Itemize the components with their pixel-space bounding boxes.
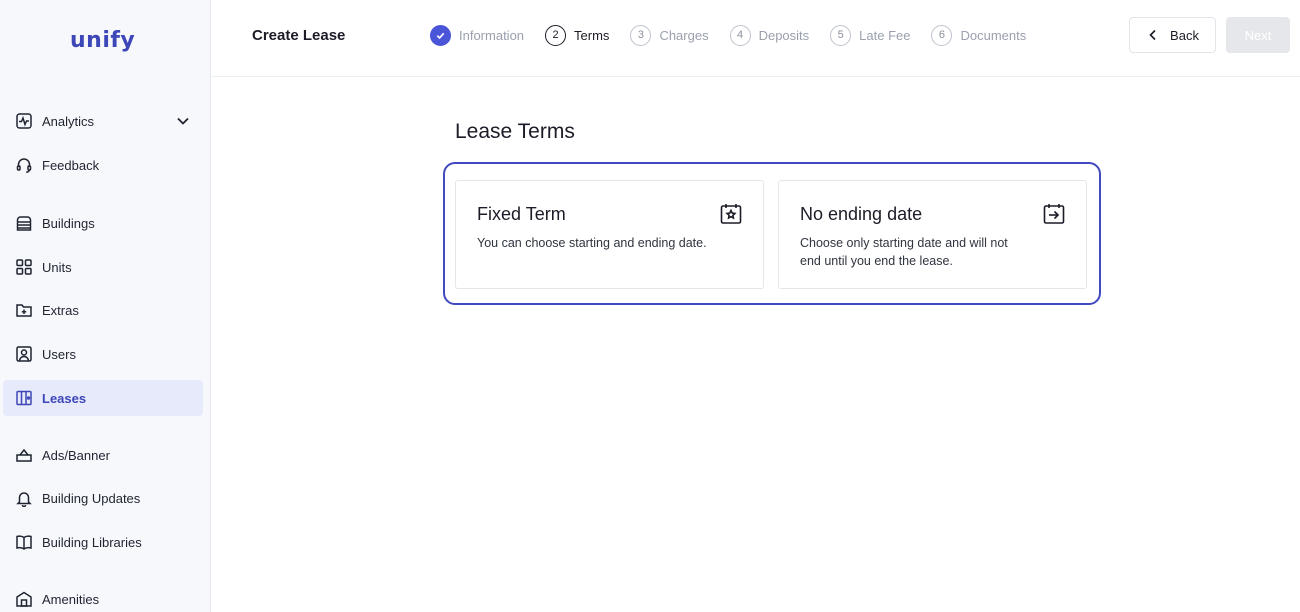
option-description: You can choose starting and ending date. xyxy=(477,236,707,250)
step-late-fee[interactable]: 5 Late Fee xyxy=(830,24,911,46)
sidebar-item-label: Units xyxy=(42,259,72,275)
page-title: Create Lease xyxy=(252,27,346,44)
step-number: 6 xyxy=(931,24,953,46)
step-label: Deposits xyxy=(758,27,810,43)
headset-icon xyxy=(15,156,33,174)
step-charges[interactable]: 3 Charges xyxy=(630,24,709,46)
option-title: No ending date xyxy=(800,204,923,224)
sidebar-item-label: Analytics xyxy=(42,113,95,129)
sidebar-item-label: Feedback xyxy=(42,157,100,173)
step-label: Late Fee xyxy=(859,27,911,43)
step-label: Terms xyxy=(574,27,610,43)
folder-plus-icon xyxy=(15,301,33,319)
sidebar-item-label: Users xyxy=(42,346,76,362)
step-label: Charges xyxy=(659,27,709,43)
next-button[interactable]: Next xyxy=(1226,17,1290,53)
option-description: Choose only starting date and will not e… xyxy=(800,236,1008,268)
step-number: 2 xyxy=(545,24,567,46)
unify-logo[interactable]: unify xyxy=(70,28,135,53)
sidebar-item-users[interactable]: Users xyxy=(3,336,203,372)
sidebar-item-analytics[interactable]: Analytics xyxy=(3,103,203,139)
user-square-icon xyxy=(15,345,33,363)
sidebar-item-units[interactable]: Units xyxy=(3,249,203,285)
section-title: Lease Terms xyxy=(455,120,575,143)
grid-icon xyxy=(15,258,33,276)
option-fixed-term[interactable]: Fixed Term You can choose starting and e… xyxy=(455,180,764,289)
back-button[interactable]: Back xyxy=(1129,17,1216,53)
calendar-arrow-icon xyxy=(1042,202,1066,226)
step-terms[interactable]: 2 Terms xyxy=(545,24,610,46)
calendar-star-icon xyxy=(719,202,743,226)
activity-icon xyxy=(15,112,33,130)
sidebar-item-building-libraries[interactable]: Building Libraries xyxy=(3,524,203,560)
sidebar-item-label: Building Updates xyxy=(42,490,141,506)
sidebar-item-buildings[interactable]: Buildings xyxy=(3,205,203,241)
sidebar-item-label: Amenities xyxy=(42,591,100,607)
building-icon xyxy=(15,214,33,232)
lease-icon xyxy=(15,389,33,407)
sidebar-item-ads-banner[interactable]: Ads/Banner xyxy=(3,437,203,473)
option-no-ending-date[interactable]: No ending date Choose only starting date… xyxy=(778,180,1087,289)
sidebar-item-extras[interactable]: Extras xyxy=(3,292,203,328)
sidebar-item-amenities[interactable]: Amenities xyxy=(3,581,203,612)
sidebar: unify Analytics Feedback Buildings Units… xyxy=(0,0,211,612)
sidebar-item-feedback[interactable]: Feedback xyxy=(3,147,203,183)
stepper: Information 2 Terms 3 Charges 4 Deposits… xyxy=(430,24,1047,46)
sidebar-item-label: Ads/Banner xyxy=(42,447,110,463)
step-information[interactable]: Information xyxy=(430,24,525,46)
step-number: 3 xyxy=(630,24,652,46)
amenities-icon xyxy=(15,590,33,608)
step-number: 5 xyxy=(830,24,852,46)
step-label: Documents xyxy=(960,27,1027,43)
step-number: 4 xyxy=(729,24,751,46)
topbar: Create Lease Information 2 Terms 3 Charg… xyxy=(211,0,1300,77)
sidebar-item-label: Extras xyxy=(42,302,79,318)
chevron-left-icon xyxy=(1146,28,1160,42)
option-title: Fixed Term xyxy=(477,204,566,224)
sidebar-item-label: Leases xyxy=(42,390,87,406)
sidebar-item-label: Building Libraries xyxy=(42,534,142,550)
back-button-label: Back xyxy=(1170,27,1199,43)
sidebar-item-building-updates[interactable]: Building Updates xyxy=(3,480,203,516)
book-icon xyxy=(15,533,33,551)
basket-icon xyxy=(15,446,33,464)
step-deposits[interactable]: 4 Deposits xyxy=(729,24,810,46)
chevron-down-icon[interactable] xyxy=(175,113,191,129)
check-icon xyxy=(430,24,451,46)
sidebar-item-leases[interactable]: Leases xyxy=(3,380,203,416)
step-label: Information xyxy=(459,27,525,43)
step-documents[interactable]: 6 Documents xyxy=(931,24,1027,46)
bell-icon xyxy=(15,489,33,507)
sidebar-item-label: Buildings xyxy=(42,215,95,231)
